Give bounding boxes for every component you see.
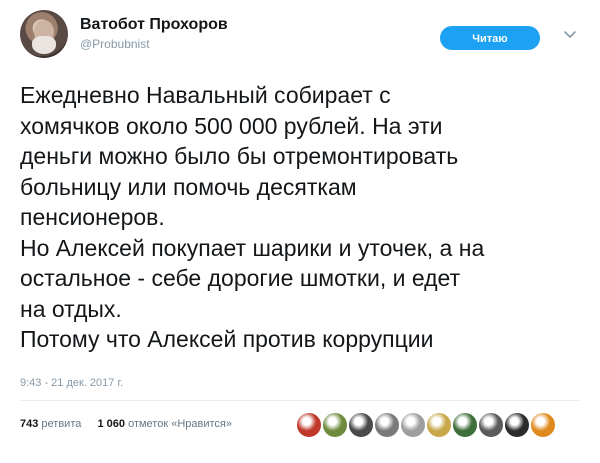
- tweet-line: Потому что Алексей против коррупции: [20, 326, 434, 352]
- tweet-stats: 743 ретвита 1 060 отметок «Нравится»: [20, 418, 232, 430]
- avatar-car[interactable]: [374, 412, 400, 438]
- retweets-label[interactable]: ретвита: [41, 418, 81, 430]
- tweet-line: Ежедневно Навальный собирает с: [20, 82, 391, 108]
- tweet-timestamp[interactable]: 9:43 - 21 дек. 2017 г.: [20, 377, 123, 389]
- avatar-beard: [32, 36, 56, 54]
- tweet-card: Ватобот Прохоров @Probubnist Читаю Ежедн…: [0, 0, 600, 463]
- avatar-orange[interactable]: [530, 412, 556, 438]
- tweet-line: хомячков около 500 000 рублей. На эти: [20, 112, 443, 139]
- likes-label[interactable]: отметок «Нравится»: [128, 418, 232, 430]
- avatar-bear[interactable]: [504, 412, 530, 438]
- tweet-line: пенсионеров.: [20, 204, 165, 230]
- tweet-line: на отдых.: [20, 295, 122, 322]
- author-name[interactable]: Ватобот Прохоров: [80, 16, 228, 34]
- avatar-bird[interactable]: [322, 412, 348, 438]
- avatar-dark[interactable]: [348, 412, 374, 438]
- follow-button[interactable]: Читаю: [440, 26, 540, 50]
- avatar-cat[interactable]: [478, 412, 504, 438]
- avatar-red-figure[interactable]: [296, 412, 322, 438]
- tweet-line: больницу или помочь десяткам: [20, 173, 357, 200]
- tweet-text: Ежедневно Навальный собирает с хомячков …: [20, 80, 585, 355]
- tweet-line: остальное - себе дорогие шмотки, и едет: [20, 265, 461, 291]
- avatar-coins[interactable]: [426, 412, 452, 438]
- author-handle[interactable]: @Probubnist: [80, 37, 150, 51]
- retweets-count[interactable]: 743: [20, 418, 38, 430]
- tweet-line: Но Алексей покупает шарики и уточек, а н…: [20, 234, 485, 261]
- author-avatar[interactable]: [20, 10, 68, 58]
- likes-count[interactable]: 1 060: [97, 418, 125, 430]
- avatar-tree[interactable]: [452, 412, 478, 438]
- divider: [20, 400, 580, 401]
- avatar-person[interactable]: [400, 412, 426, 438]
- tweet-line: деньги можно было бы отремонтировать: [20, 143, 459, 169]
- chevron-down-icon[interactable]: [563, 28, 577, 42]
